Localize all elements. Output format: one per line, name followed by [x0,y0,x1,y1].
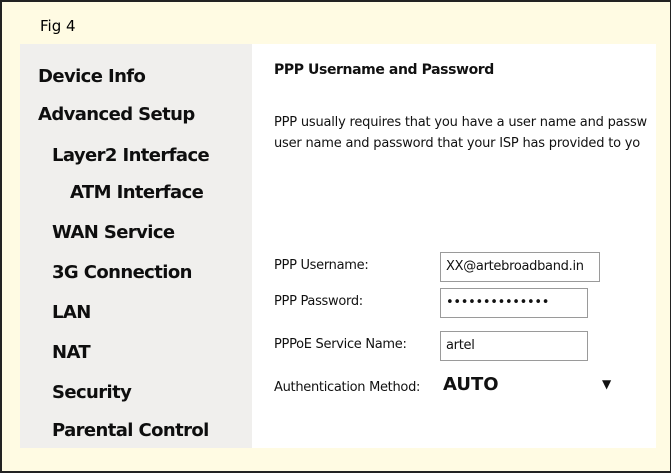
chevron-down-icon[interactable]: ▼ [602,377,611,391]
sidebar-item-wan-service[interactable]: WAN Service [52,222,175,243]
description-text: PPP usually requires that you have a use… [274,112,647,154]
figure-label: Fig 4 [40,17,76,35]
authentication-method-select[interactable]: AUTO ▼ [437,371,619,401]
sidebar-item-3g-connection[interactable]: 3G Connection [52,262,192,283]
main-content: PPP Username and Password PPP usually re… [252,44,656,448]
figure-frame: Fig 4 Device Info Advanced Setup Layer2 … [0,0,671,473]
sidebar-item-lan[interactable]: LAN [52,302,91,323]
authentication-method-value: AUTO [443,374,499,395]
pppoe-service-name-input[interactable]: artel [440,331,588,361]
sidebar-item-layer2-interface[interactable]: Layer2 Interface [52,145,210,166]
ppp-username-input[interactable]: XX@artebroadband.in [440,252,600,282]
sidebar-item-advanced-setup[interactable]: Advanced Setup [38,104,195,125]
sidebar-item-atm-interface[interactable]: ATM Interface [70,182,204,203]
sidebar-item-nat[interactable]: NAT [52,342,91,363]
ppp-password-input[interactable]: •••••••••••••• [440,288,588,318]
sidebar-item-security[interactable]: Security [52,382,132,403]
authentication-method-label: Authentication Method: [274,380,421,395]
pppoe-service-name-label: PPPoE Service Name: [274,337,407,352]
sidebar-item-device-info[interactable]: Device Info [38,66,146,87]
description-line-2: user name and password that your ISP has… [274,136,641,151]
page-title: PPP Username and Password [274,62,494,78]
sidebar-nav: Device Info Advanced Setup Layer2 Interf… [20,44,252,448]
ppp-username-label: PPP Username: [274,258,369,273]
sidebar-item-parental-control[interactable]: Parental Control [52,420,209,441]
description-line-1: PPP usually requires that you have a use… [274,115,647,130]
ppp-password-label: PPP Password: [274,294,363,309]
